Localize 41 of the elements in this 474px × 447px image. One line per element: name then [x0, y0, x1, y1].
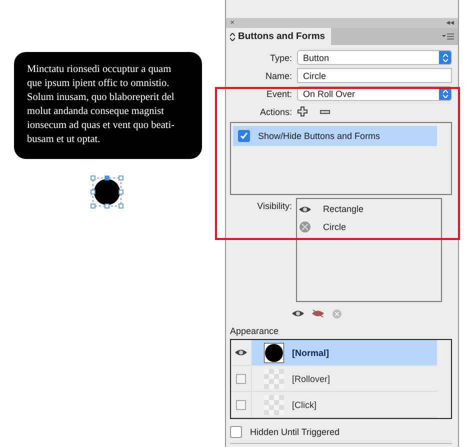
thumbnail-icon — [264, 342, 284, 362]
panel-tab[interactable]: Buttons and Forms — [226, 28, 332, 45]
appearance-label: [Rollover] — [292, 374, 330, 384]
eye-icon — [235, 348, 247, 357]
visibility-item[interactable]: Circle — [297, 218, 427, 236]
thumbnail-icon — [264, 368, 284, 388]
eye-icon — [299, 204, 311, 214]
visibility-label: Visibility: — [256, 200, 292, 213]
checkbox-icon[interactable] — [236, 400, 246, 410]
checkbox-icon[interactable] — [236, 374, 246, 384]
updown-icon — [230, 32, 235, 40]
hidden-label: Hidden Until Triggered — [250, 427, 340, 437]
appearance-label: [Normal] — [292, 348, 330, 358]
actions-label: Actions: — [258, 106, 292, 116]
field-label: Event: — [265, 88, 292, 98]
appearance-item[interactable]: [Rollover] — [231, 366, 437, 392]
field-label: Name: — [264, 70, 292, 80]
close-button[interactable]: × — [230, 18, 235, 28]
panel-title: Buttons and Forms — [238, 31, 326, 42]
stepper-icon — [439, 51, 451, 64]
menu-icon[interactable] — [442, 32, 454, 40]
thumbnail-icon — [264, 394, 284, 414]
text-frame: Minctatu rionsedi occuptur a quam que ipsum ipient offic to omnistio. Solum inusam, quo blaboreperit del molut andanda conseque magnist ionsecum ad quas et vent quo beati- busam et ut optat. — [14, 52, 202, 159]
checkbox[interactable] — [230, 426, 242, 438]
action-item[interactable]: Show/Hide Buttons and Forms — [233, 126, 437, 146]
appearance-heading: Appearance — [230, 326, 280, 336]
show-icon — [292, 309, 304, 318]
appearance-label: [Click] — [292, 400, 316, 410]
checkbox[interactable] — [238, 130, 250, 142]
field-label: Type: — [268, 52, 292, 62]
dropdown[interactable]: Button — [297, 50, 452, 65]
appearance-item[interactable]: [Normal] — [231, 340, 437, 366]
hide-icon[interactable] — [312, 309, 324, 318]
name-field[interactable]: Circle — [297, 68, 452, 83]
remove-icon[interactable] — [320, 110, 330, 114]
selected-circle-drawing[interactable] — [90, 175, 124, 209]
appearance-item[interactable]: [Click] — [231, 392, 437, 418]
collapse-button[interactable]: ◂◂ — [446, 18, 454, 28]
visibility-item[interactable]: Rectangle — [297, 200, 427, 218]
hidden-icon — [299, 221, 311, 233]
add-icon[interactable] — [297, 106, 309, 118]
